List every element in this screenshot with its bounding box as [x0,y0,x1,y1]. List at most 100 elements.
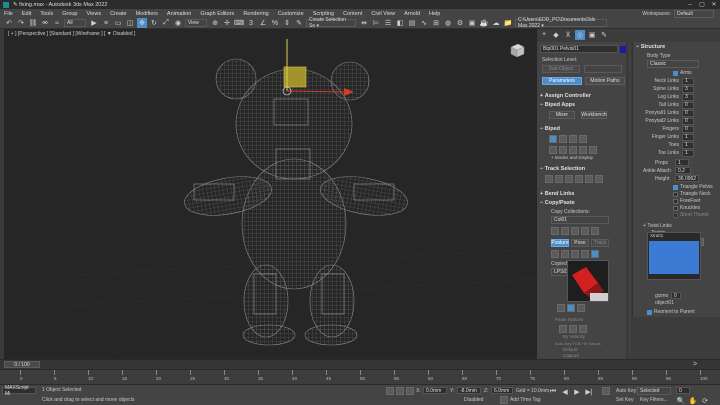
utilities-tab-icon[interactable]: ✎ [599,30,609,40]
structure-field-value[interactable]: 1 [682,149,694,157]
menu-item-scripting[interactable]: Scripting [313,11,334,17]
layer-explorer-icon[interactable]: ◧ [395,18,405,28]
delete-posture-icon[interactable] [581,250,589,258]
edit-named-sets-icon[interactable]: ✎ [294,18,304,28]
pose-tab[interactable]: Pose [571,239,589,247]
absolute-mode-icon[interactable] [406,387,414,395]
motion-tab-icon[interactable]: ◎ [575,29,585,40]
menu-item-animation[interactable]: Animation [167,11,191,17]
delete-all-collections-icon[interactable] [591,227,599,235]
convert-icon[interactable] [579,146,587,154]
menu-item-help[interactable]: Help [429,11,440,17]
load-collection-icon[interactable] [551,227,559,235]
copy-paste-rollout[interactable]: − Copy/Paste [537,198,630,207]
timeline-next-icon[interactable]: > [690,360,700,370]
scale-icon[interactable]: ⤢ [161,18,171,28]
rect-selection-icon[interactable]: ▭ [113,18,123,28]
reference-coord-select[interactable]: View [185,19,207,27]
structure-field-value[interactable]: 3 [682,85,694,93]
short-thumb-checkbox[interactable] [673,212,678,218]
auto-key-button[interactable]: Auto Key [616,388,636,394]
time-slider[interactable]: 0 / 100 > [0,359,720,369]
arms-checkbox[interactable] [673,70,678,76]
track-tab[interactable]: Track [591,239,609,247]
structure-field-value[interactable]: 1 [682,133,694,141]
thumb-capture-icon[interactable] [567,304,575,312]
sub-object-button[interactable]: Sub-Object [542,65,580,73]
body-rotation-icon[interactable] [565,175,573,183]
track-bar[interactable]: 0 5 10 15 20 25 30 35 40 45 50 55 60 65 70 75 80 85 90 95 10… [0,369,720,384]
align-icon[interactable]: ⊨ [371,18,381,28]
menu-item-group[interactable]: Group [62,11,77,17]
window-crossing-icon[interactable]: ◫ [125,18,135,28]
structure-field-value[interactable]: 0 [682,125,694,133]
structure-field-value[interactable]: 0 [682,101,694,109]
select-by-name-icon[interactable]: ≡ [101,18,111,28]
posture-tab[interactable]: Posture [551,239,569,247]
workspaces-select[interactable]: Default [674,9,714,18]
zoom-icon[interactable]: 🔍 [676,396,686,405]
mixer-button[interactable]: Mixer [549,111,575,119]
capture-snapshot-icon[interactable] [591,250,599,258]
motion-paths-tab[interactable]: Motion Paths [585,77,625,85]
figure-mode-icon[interactable] [549,135,557,143]
capture-radio[interactable]: Capture [563,353,579,358]
undo-icon[interactable]: ↶ [4,18,14,28]
assign-controller-rollout[interactable]: + Assign Controller [537,91,630,100]
place-icon[interactable]: ◉ [173,18,183,28]
x-field[interactable]: 0.0mm [423,387,447,394]
menu-item-modifiers[interactable]: Modifiers [136,11,158,17]
folder-icon[interactable]: 📁 [503,18,513,28]
time-slider-thumb[interactable]: 0 / 100 [4,361,40,368]
load-file-icon[interactable] [559,146,567,154]
percent-snap-icon[interactable]: % [270,18,280,28]
delete-collection-icon[interactable] [581,227,589,235]
display-tab-icon[interactable]: ▣ [587,30,597,40]
maximize-button[interactable]: ▢ [696,1,708,8]
biped-rollout[interactable]: − Biped [537,124,630,133]
menu-item-arnold[interactable]: Arnold [404,11,420,17]
reorient-checkbox[interactable] [647,309,652,315]
parameters-tab[interactable]: Parameters [542,77,582,85]
viewport[interactable]: [ + ] [Perspective ] [Standard ] [Wirefr… [4,29,537,359]
forefeet-checkbox[interactable] [673,198,678,204]
unlink-icon[interactable]: ⚮ [40,18,50,28]
go-to-start-icon[interactable]: ⏮ [548,387,558,397]
set-key-mode-icon[interactable] [602,387,610,395]
body-vertical-icon[interactable] [555,175,563,183]
structure-field-value[interactable]: 0 [682,117,694,125]
xtras-list-item[interactable]: Xtra01 [648,233,700,240]
mixer-mode-icon[interactable] [579,135,587,143]
bind-spacewarp-icon[interactable]: ≈ [52,18,62,28]
time-tag-icon[interactable] [500,396,508,404]
redo-icon[interactable]: ↷ [16,18,26,28]
minimize-button[interactable]: – [684,2,696,8]
lock-selection-icon[interactable] [396,387,404,395]
xtras-list[interactable]: Xtra01 [647,232,701,280]
key-filter-select[interactable]: Selected [637,387,671,395]
save-file-icon[interactable] [569,146,577,154]
material-editor-icon[interactable]: ◍ [443,18,453,28]
link-icon[interactable]: ⛓ [28,18,38,28]
sub-object-select[interactable] [584,65,622,73]
render-setup-icon[interactable]: ⚙ [455,18,465,28]
add-time-tag[interactable]: Add Time Tag [510,397,540,403]
menu-item-rendering[interactable]: Rendering [243,11,268,17]
menu-item-content[interactable]: Content [343,11,362,17]
ribbon-icon[interactable]: ▤ [407,18,417,28]
keyboard-shortcut-icon[interactable]: ⌨ [234,18,244,28]
move-icon[interactable]: ✥ [137,18,147,28]
new-collection-icon[interactable] [571,227,579,235]
spinner-snap-icon[interactable]: ⇕ [282,18,292,28]
select-object-icon[interactable]: ▶ [89,18,99,28]
menu-item-tools[interactable]: Tools [40,11,53,17]
z-field[interactable]: 6.0mm [491,387,513,394]
modify-tab-icon[interactable]: ◆ [551,30,561,40]
structure-field-value[interactable]: 1 [682,141,694,149]
manipulate-icon[interactable]: ✛ [222,18,232,28]
create-tab-icon[interactable]: + [539,30,549,40]
props-field[interactable]: 1 [675,159,689,166]
next-frame-icon[interactable]: ▶| [584,387,594,397]
triangle-neck-checkbox[interactable] [673,191,678,197]
set-key-button[interactable]: Set Key [616,397,634,403]
